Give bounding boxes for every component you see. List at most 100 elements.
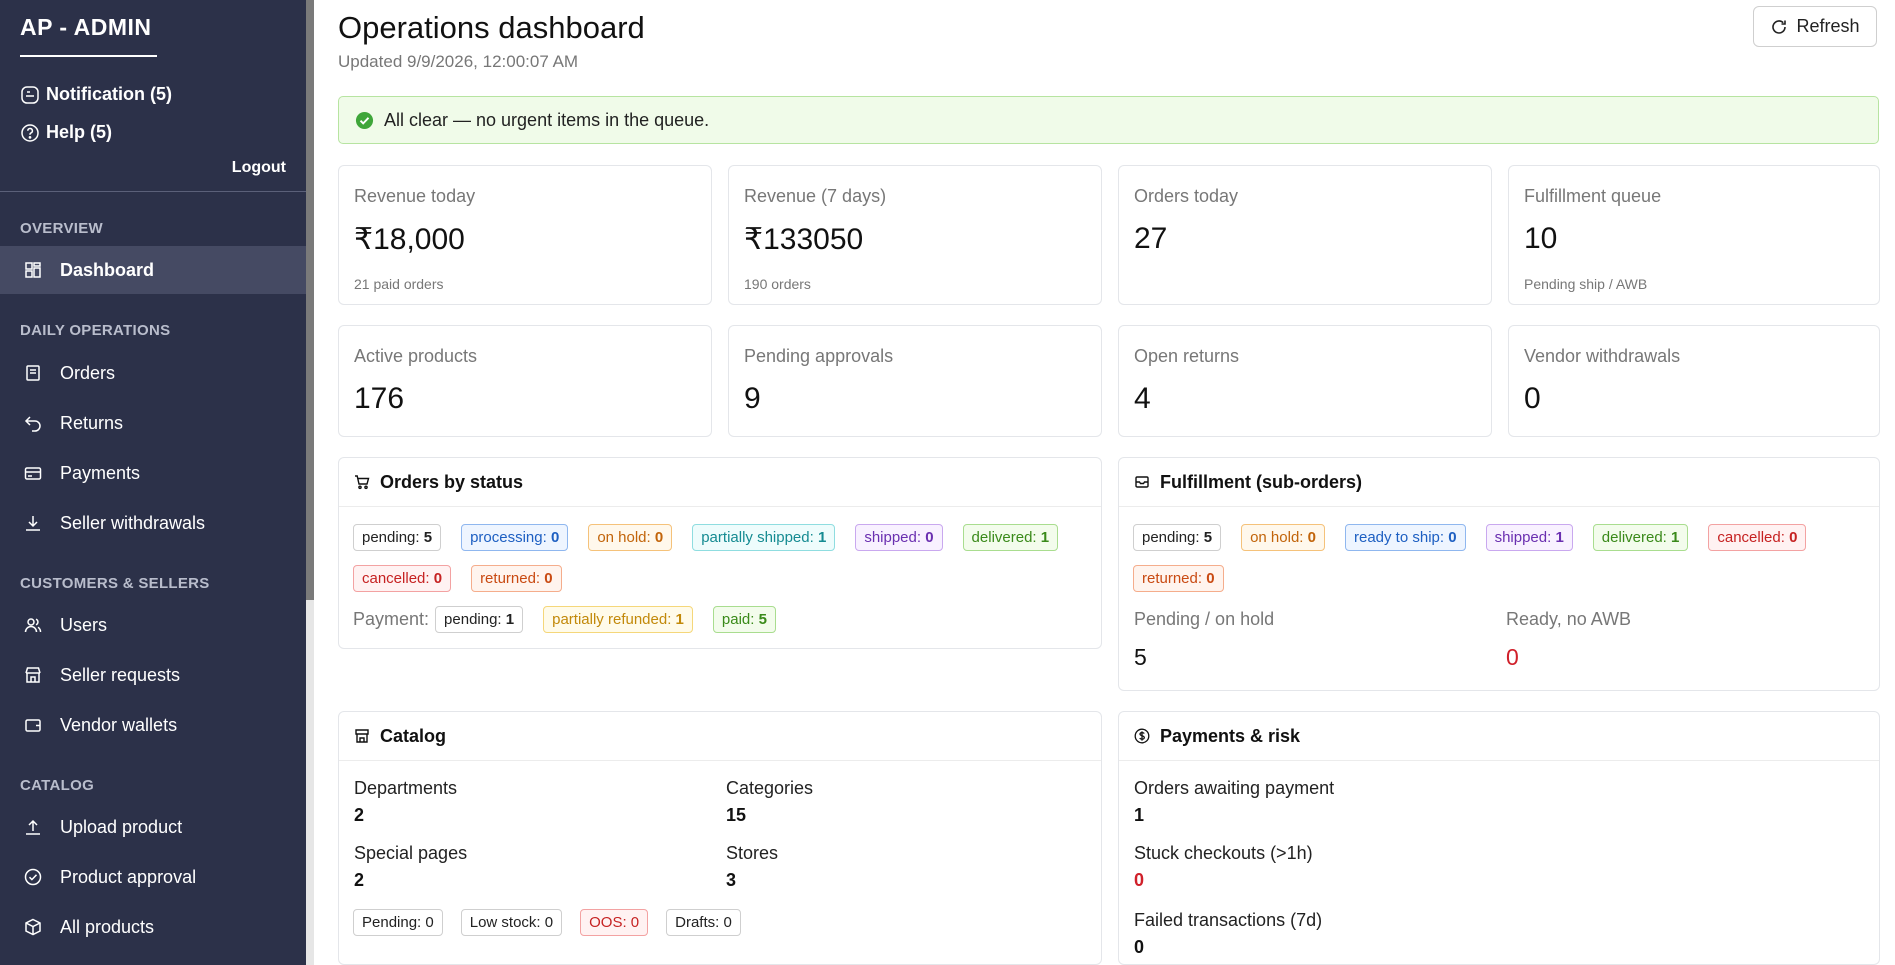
returns-icon bbox=[24, 416, 41, 432]
payments-icon bbox=[24, 467, 42, 480]
sidebar-item-seller-requests[interactable]: Seller requests bbox=[0, 651, 306, 699]
help-label: Help (5) bbox=[46, 122, 113, 142]
panel-header: Orders by status bbox=[339, 458, 1101, 507]
stat-card-vendor-withdrawals: Vendor withdrawals 0 bbox=[1508, 325, 1880, 437]
dollar-circle-icon bbox=[1134, 728, 1150, 744]
status-tag[interactable]: on hold: 0 bbox=[588, 524, 673, 551]
status-tag[interactable]: pending: 5 bbox=[1133, 524, 1222, 551]
section-title-daily-operations: DAILY OPERATIONS bbox=[20, 322, 171, 339]
catalog-tag[interactable]: Pending: 0 bbox=[353, 909, 443, 936]
status-tag[interactable]: returned: 0 bbox=[1133, 565, 1224, 592]
sidebar-item-orders[interactable]: Orders bbox=[0, 349, 306, 397]
stuck-checkouts-value: 0 bbox=[1134, 870, 1145, 890]
stat-label: Orders today bbox=[1134, 186, 1239, 206]
sidebar-item-users[interactable]: Users bbox=[0, 601, 306, 649]
status-tag-label: cancelled: bbox=[1717, 529, 1785, 546]
status-tag[interactable]: partially shipped: 1 bbox=[692, 524, 836, 551]
status-tag[interactable]: shipped: 1 bbox=[1485, 524, 1573, 551]
status-tag-label: ready to ship: bbox=[1353, 529, 1445, 546]
panel-title: Catalog bbox=[380, 725, 447, 746]
status-tag[interactable]: delivered: 1 bbox=[1592, 524, 1689, 551]
stat-label: Revenue (7 days) bbox=[744, 186, 887, 206]
stores-label: Stores bbox=[726, 843, 779, 863]
sidebar-item-returns[interactable]: Returns bbox=[0, 399, 306, 447]
section-title-customers-sellers: CUSTOMERS & SELLERS bbox=[20, 575, 210, 592]
brand-logo[interactable]: AP - ADMIN bbox=[20, 14, 152, 41]
status-tag-count: 0 bbox=[550, 529, 560, 546]
status-tag[interactable]: pending: 5 bbox=[353, 524, 442, 551]
panel-title: Payments & risk bbox=[1160, 725, 1301, 746]
sidebar-item-product-approval[interactable]: Product approval bbox=[0, 853, 306, 901]
check-circle-icon bbox=[24, 868, 42, 886]
help-link[interactable]: Help (5) bbox=[20, 122, 112, 143]
page-title: Operations dashboard bbox=[338, 10, 645, 45]
status-tag[interactable]: cancelled: 0 bbox=[1708, 524, 1807, 551]
sidebar-item-label: Seller requests bbox=[60, 664, 181, 685]
fulfillment-status-tags: pending: 5 on hold: 0 ready to ship: 0 ship… bbox=[1133, 524, 1873, 592]
sidebar-item-dashboard[interactable]: Dashboard bbox=[0, 246, 306, 294]
failed-transactions-value: 0 bbox=[1134, 937, 1145, 957]
status-tag[interactable]: shipped: 0 bbox=[855, 524, 943, 551]
shop-icon bbox=[25, 667, 41, 683]
status-tag-label: cancelled: bbox=[362, 570, 430, 587]
payments-risk-panel: Payments & risk Orders awaiting payment … bbox=[1118, 711, 1880, 965]
status-tag-label: on hold: bbox=[1250, 529, 1304, 546]
logout-button[interactable]: Logout bbox=[232, 159, 286, 177]
catalog-tag[interactable]: OOS: 0 bbox=[580, 909, 649, 936]
awaiting-payment-value: 1 bbox=[1134, 805, 1145, 825]
catalog-tag[interactable]: Low stock: 0 bbox=[460, 909, 563, 936]
stat-value: ₹133050 bbox=[744, 223, 864, 256]
catalog-tag[interactable]: Drafts: 0 bbox=[666, 909, 741, 936]
sidebar-item-vendor-wallets[interactable]: Vendor wallets bbox=[0, 701, 306, 749]
special-pages-value: 2 bbox=[354, 870, 365, 890]
categories-label: Categories bbox=[726, 778, 814, 798]
orders-by-status-panel: Orders by status pending: 5 processing: 0… bbox=[338, 457, 1102, 649]
categories-value: 15 bbox=[726, 805, 747, 825]
status-tag-count: 1 bbox=[1555, 529, 1564, 546]
status-tag-label: processing: bbox=[470, 529, 547, 546]
status-tag[interactable]: processing: 0 bbox=[461, 524, 569, 551]
special-pages-label: Special pages bbox=[354, 843, 468, 863]
sidebar-item-label: Vendor wallets bbox=[60, 714, 178, 735]
status-tag[interactable]: cancelled: 0 bbox=[353, 565, 452, 592]
cart-icon bbox=[355, 475, 370, 490]
refresh-button[interactable]: Refresh bbox=[1753, 6, 1877, 47]
sidebar-item-payments[interactable]: Payments bbox=[0, 449, 306, 497]
section-title-overview: OVERVIEW bbox=[20, 220, 103, 237]
notification-label: Notification (5) bbox=[46, 84, 172, 104]
status-tag[interactable]: ready to ship: 0 bbox=[1344, 524, 1466, 551]
sidebar-item-all-products[interactable]: All products bbox=[0, 903, 306, 951]
stores-value: 3 bbox=[726, 870, 737, 890]
stat-card-active-products: Active products 176 bbox=[338, 325, 712, 437]
status-tag[interactable]: delivered: 1 bbox=[962, 524, 1059, 551]
notification-link[interactable]: Notification (5) bbox=[20, 84, 172, 105]
orders-icon bbox=[26, 365, 40, 381]
upload-icon bbox=[26, 819, 40, 835]
wallet-icon bbox=[25, 719, 41, 732]
pending-on-hold-label: Pending / on hold bbox=[1134, 609, 1275, 629]
payment-status-tags: Payment: pending: 1 partially refunded: 1… bbox=[353, 606, 1093, 633]
status-tag[interactable]: pending: 1 bbox=[435, 606, 524, 633]
box-icon bbox=[25, 918, 41, 936]
stat-label: Vendor withdrawals bbox=[1524, 346, 1681, 366]
stat-card-pending-approvals: Pending approvals 9 bbox=[728, 325, 1102, 437]
status-tag[interactable]: returned: 0 bbox=[471, 565, 562, 592]
status-tag-count: 0 bbox=[1307, 529, 1316, 546]
stat-value: 4 bbox=[1134, 382, 1151, 415]
notification-icon bbox=[21, 85, 39, 104]
order-status-tags: pending: 5 processing: 0 on hold: 0 partial… bbox=[353, 524, 1093, 592]
status-tag-count: 1 bbox=[817, 529, 827, 546]
status-tag-label: delivered: bbox=[971, 529, 1037, 546]
stat-card-revenue-7-days: Revenue (7 days) ₹133050 190 orders bbox=[728, 165, 1102, 305]
sidebar-item-upload-product[interactable]: Upload product bbox=[0, 803, 306, 851]
sidebar-scrollbar[interactable] bbox=[306, 0, 314, 600]
catalog-panel: Catalog Departments 2 Categories 15 Spec… bbox=[338, 711, 1102, 965]
stat-value: 10 bbox=[1524, 222, 1558, 255]
status-tag-label: partially refunded: bbox=[552, 611, 672, 628]
status-tag[interactable]: partially refunded: 1 bbox=[543, 606, 693, 633]
status-tag[interactable]: on hold: 0 bbox=[1241, 524, 1325, 551]
status-tag[interactable]: paid: 5 bbox=[712, 606, 776, 633]
sidebar-item-seller-withdrawals[interactable]: Seller withdrawals bbox=[0, 499, 306, 547]
sidebar-item-label: Upload product bbox=[60, 816, 183, 837]
status-tag-label: partially shipped: bbox=[701, 529, 814, 546]
